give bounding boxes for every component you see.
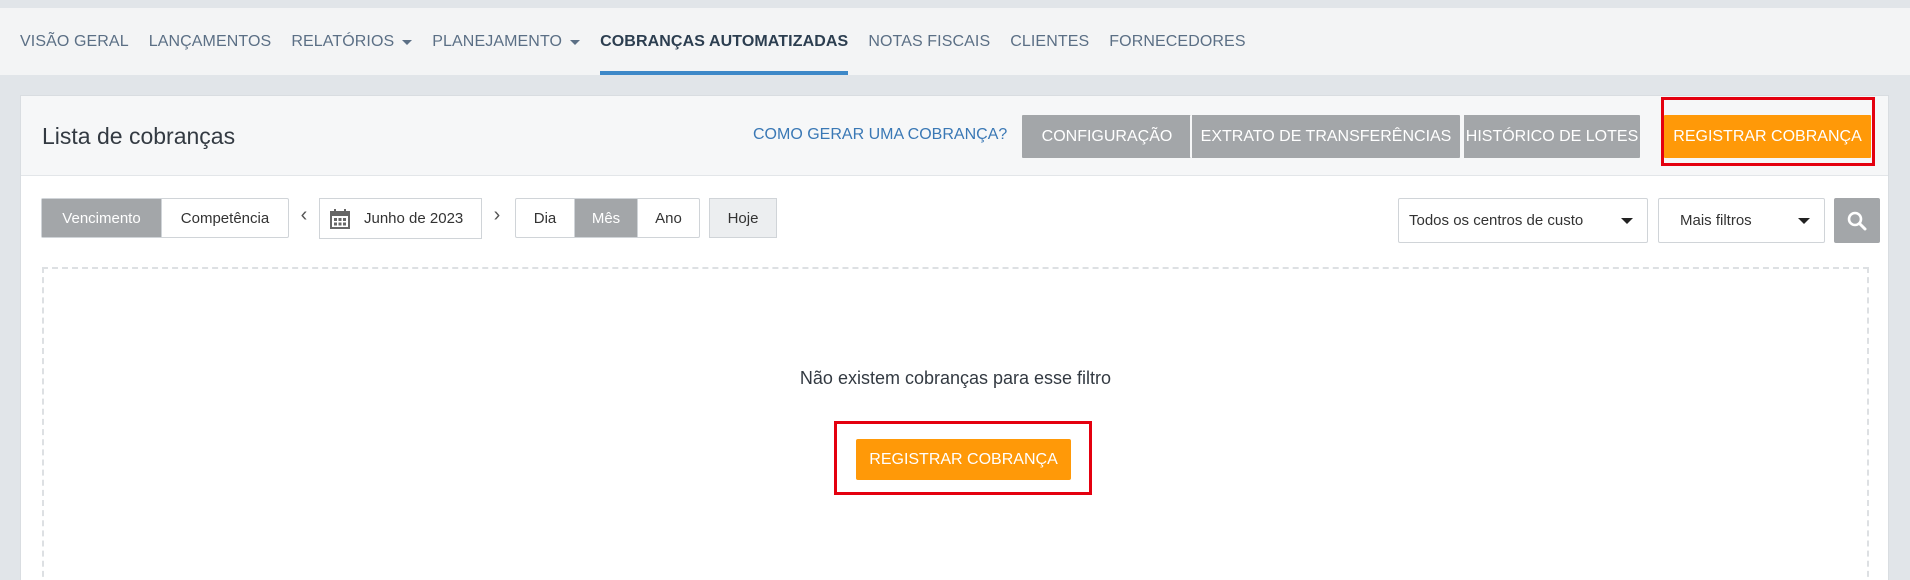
granularity-toggle: Dia Mês Ano [515,198,700,238]
option-dia[interactable]: Dia [516,199,574,237]
search-button[interactable] [1834,198,1880,243]
chevron-left-icon[interactable]: ‹ [297,204,311,227]
configuration-button[interactable]: CONFIGURAÇÃO [1022,115,1192,158]
more-filters-value: Mais filtros [1680,212,1752,229]
nav-item-relatorios[interactable]: RELATÓRIOS [291,8,413,75]
caret-down-icon [402,40,413,45]
period-picker[interactable]: Junho de 2023 [319,198,482,239]
caret-down-icon [1621,218,1633,224]
charges-card: Lista de cobranças COMO GERAR UMA COBRAN… [20,95,1889,580]
nav-item-label: RELATÓRIOS [291,32,395,50]
calendar-icon [330,208,350,229]
empty-state: Não existem cobranças para esse filtro R… [42,267,1869,580]
more-filters-select[interactable]: Mais filtros [1658,198,1825,243]
nav-item-label: LANÇAMENTOS [148,32,272,50]
option-mes[interactable]: Mês [574,199,637,237]
nav-item-label: CLIENTES [1010,32,1090,50]
nav-item-cobrancas-automatizadas[interactable]: COBRANÇAS AUTOMATIZADAS [600,8,849,75]
transfer-statement-button[interactable]: EXTRATO DE TRANSFERÊNCIAS [1190,115,1460,158]
how-to-generate-charge-link[interactable]: COMO GERAR UMA COBRANÇA? [753,126,1007,144]
search-icon [1847,211,1867,230]
register-charge-empty-button[interactable]: REGISTRAR COBRANÇA [856,439,1071,480]
nav-item-planejamento[interactable]: PLANEJAMENTO [432,8,581,75]
nav-item-label: VISÃO GERAL [20,32,129,50]
empty-message: Não existem cobranças para esse filtro [799,368,1112,388]
nav-item-notas-fiscais[interactable]: NOTAS FISCAIS [868,8,990,75]
chevron-right-icon[interactable]: › [490,204,504,227]
option-ano[interactable]: Ano [637,199,699,237]
date-type-toggle: Vencimento Competência [41,198,289,238]
nav-item-label: COBRANÇAS AUTOMATIZADAS [600,32,849,50]
option-vencimento[interactable]: Vencimento [42,199,161,237]
nav-item-label: PLANEJAMENTO [432,32,563,50]
nav-item-fornecedores[interactable]: FORNECEDORES [1109,8,1245,75]
nav-item-clientes[interactable]: CLIENTES [1010,8,1089,75]
period-label: Junho de 2023 [364,210,464,227]
cost-center-select[interactable]: Todos os centros de custo [1398,198,1648,243]
main-nav: VISÃO GERAL LANÇAMENTOS RELATÓRIOS PLANE… [0,8,1910,75]
caret-down-icon [570,40,581,45]
cost-center-value: Todos os centros de custo [1409,212,1584,229]
nav-item-lancamentos[interactable]: LANÇAMENTOS [149,8,272,75]
nav-item-label: FORNECEDORES [1109,32,1246,50]
batch-history-button[interactable]: HISTÓRICO DE LOTES [1462,115,1640,158]
nav-item-label: NOTAS FISCAIS [868,32,991,50]
register-charge-button[interactable]: REGISTRAR COBRANÇA [1664,115,1871,158]
option-competencia[interactable]: Competência [161,199,288,237]
page-title: Lista de cobranças [42,123,236,149]
today-button[interactable]: Hoje [709,198,777,238]
card-header: Lista de cobranças COMO GERAR UMA COBRAN… [21,96,1888,176]
nav-item-visao-geral[interactable]: VISÃO GERAL [20,8,129,75]
caret-down-icon [1798,218,1810,224]
